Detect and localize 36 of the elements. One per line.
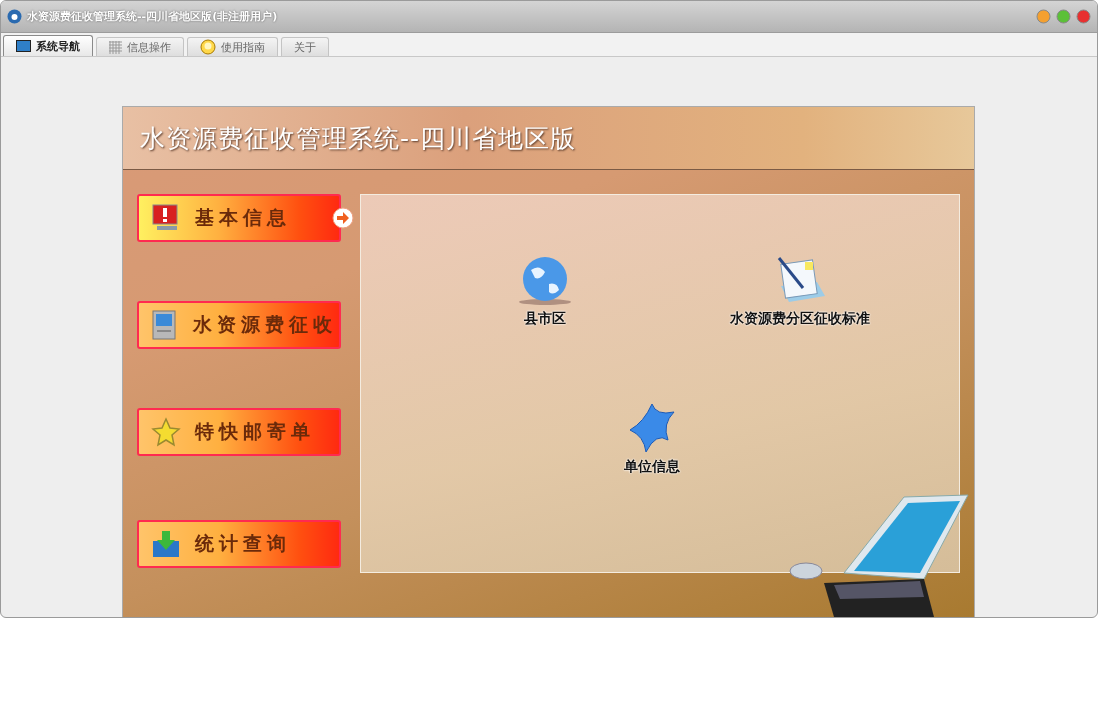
nav-label: 统计查询 (195, 531, 291, 556)
nav-button[interactable]: 基本信息 (137, 194, 341, 242)
maximize-button[interactable] (1056, 9, 1071, 24)
shortcut-label: 单位信息 (624, 458, 680, 476)
nav-label: 水资源费征收 (193, 312, 337, 337)
minimize-button[interactable] (1036, 9, 1051, 24)
globe-icon (517, 256, 573, 306)
tab-label: 关于 (294, 39, 316, 55)
nav-label: 基本信息 (195, 205, 291, 230)
nav-button[interactable]: 水资源费征收 (137, 301, 341, 349)
monitor-icon (16, 40, 31, 52)
computer-icon (151, 309, 179, 341)
tab[interactable]: 系统导航 (3, 35, 93, 56)
app-logo-icon (7, 9, 22, 24)
tab-label: 信息操作 (127, 39, 171, 55)
shortcut-item[interactable]: 单位信息 (624, 402, 680, 476)
tab-label: 系统导航 (36, 38, 80, 54)
shortcut-item[interactable]: 县市区 (517, 256, 573, 328)
grid-icon (109, 40, 122, 54)
tab[interactable]: 使用指南 (187, 37, 278, 56)
nav-button[interactable]: 统计查询 (137, 520, 341, 568)
tab-label: 使用指南 (221, 39, 265, 55)
monitor-alert-icon (151, 203, 181, 233)
nav-label: 特快邮寄单 (195, 419, 315, 444)
shortcut-label: 水资源费分区征收标准 (730, 310, 870, 328)
download-tray-icon (151, 529, 181, 559)
close-button[interactable] (1076, 9, 1091, 24)
banner-title: 水资源费征收管理系统--四川省地区版 (140, 122, 577, 155)
tab[interactable]: 关于 (281, 37, 329, 56)
starfish-icon (628, 402, 676, 454)
window-title: 水资源费征收管理系统--四川省地区版(非注册用户) (27, 9, 279, 24)
star-icon (151, 417, 181, 447)
tab[interactable]: 信息操作 (96, 37, 184, 56)
shortcut-item[interactable]: 水资源费分区征收标准 (730, 256, 870, 328)
nav-button[interactable]: 特快邮寄单 (137, 408, 341, 456)
shortcut-label: 县市区 (524, 310, 566, 328)
